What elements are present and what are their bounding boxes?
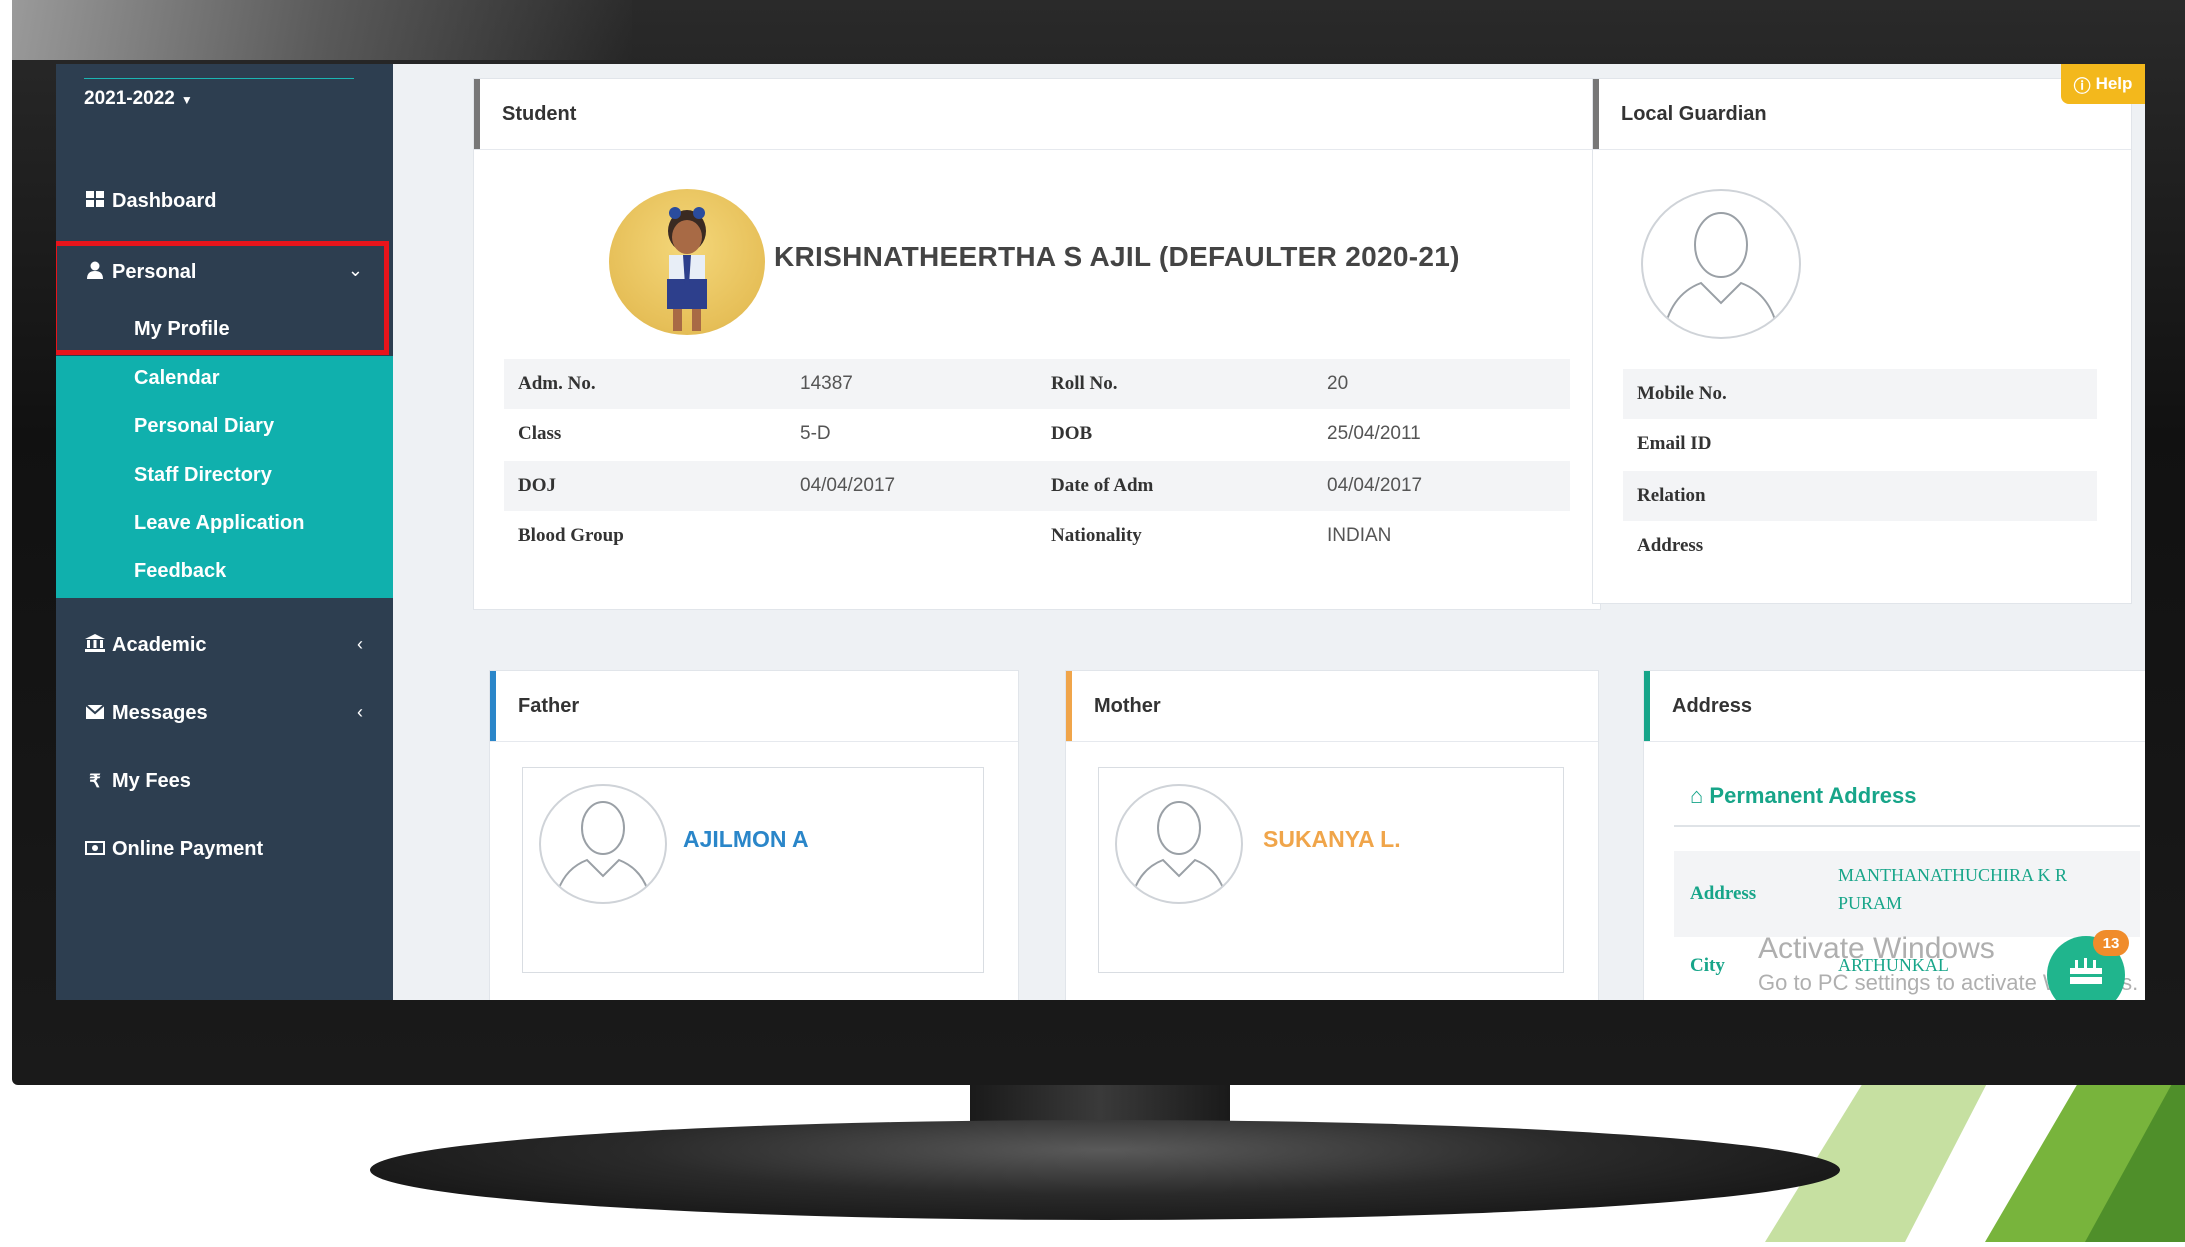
chevron-left-icon: ‹	[357, 702, 363, 722]
permanent-address-title: ⌂ Permanent Address	[1690, 783, 1917, 808]
field-label: Date of Adm	[1051, 475, 1154, 496]
chevron-left-icon: ‹	[357, 634, 363, 654]
field-label: Adm. No.	[518, 373, 596, 394]
student-panel: Student KRISHNATHEERTHA S AJIL (DEFAULTE…	[473, 78, 1601, 610]
monitor-stand-base	[370, 1120, 1840, 1220]
field-value: 04/04/2017	[800, 475, 896, 496]
guardian-avatar	[1641, 189, 1801, 339]
guardian-field-label: Address	[1637, 535, 1704, 556]
submenu-personal-diary[interactable]: Personal Diary	[134, 415, 274, 438]
sidebar-item-messages[interactable]: Messages	[84, 702, 208, 725]
mother-panel: Mother SUKANYA L.	[1065, 670, 1599, 1000]
student-photo	[609, 189, 765, 335]
submenu-feedback[interactable]: Feedback	[134, 560, 226, 583]
field-value: 20	[1327, 373, 1349, 394]
submenu-calendar[interactable]: Calendar	[134, 367, 220, 390]
money-icon	[84, 839, 106, 860]
field-value: 25/04/2011	[1327, 423, 1421, 444]
panel-title: Address	[1672, 695, 1753, 717]
chat-icon	[2066, 954, 2106, 997]
field-value: 04/04/2017	[1327, 475, 1423, 496]
dashboard-icon	[84, 191, 106, 212]
highlight-box	[56, 241, 389, 355]
guardian-field-label: Mobile No.	[1637, 383, 1727, 404]
guardian-field-label: Relation	[1637, 485, 1706, 506]
app-screen: 2021-2022 ▼ Dashboard Personal ⌄ My Profi…	[56, 64, 2145, 1000]
rupee-icon: ₹	[89, 771, 101, 791]
address-value: MANTHANATHUCHIRA K R PURAM	[1838, 865, 2068, 913]
student-name: KRISHNATHEERTHA S AJIL (DEFAULTER 2020-2…	[774, 241, 1460, 272]
address-label: Address	[1690, 883, 1757, 904]
field-label: DOB	[1051, 423, 1093, 444]
field-value: 14387	[800, 373, 853, 394]
mother-name[interactable]: SUKANYA L.	[1263, 826, 1401, 853]
sidebar-item-online-payment[interactable]: Online Payment	[84, 838, 263, 861]
father-avatar	[539, 784, 667, 904]
panel-title: Student	[502, 103, 577, 125]
submenu-leave-application[interactable]: Leave Application	[134, 512, 304, 535]
city-label: City	[1690, 955, 1725, 976]
field-label: Blood Group	[518, 525, 624, 546]
panel-title: Father	[518, 695, 580, 717]
father-card: AJILMON A	[522, 767, 984, 973]
activation-watermark-title: Activate Windows	[1758, 932, 1995, 965]
envelope-icon	[84, 703, 106, 724]
field-label: Class	[518, 423, 562, 444]
father-panel: Father AJILMON A	[489, 670, 1019, 1000]
sidebar-item-academic[interactable]: Academic	[84, 634, 207, 657]
mother-avatar	[1115, 784, 1243, 904]
caret-down-icon: ▼	[180, 93, 193, 107]
info-icon: ⓘ	[2073, 76, 2091, 96]
field-value: 5-D	[800, 423, 831, 444]
sidebar: 2021-2022 ▼ Dashboard Personal ⌄ My Profi…	[56, 64, 393, 1000]
mother-card: SUKANYA L.	[1098, 767, 1564, 973]
panel-title: Local Guardian	[1621, 103, 1767, 125]
institution-icon	[84, 634, 106, 657]
sidebar-item-dashboard[interactable]: Dashboard	[84, 190, 216, 213]
help-button[interactable]: ⓘ Help	[2061, 64, 2145, 104]
field-label: Roll No.	[1051, 373, 1118, 394]
field-label: DOJ	[518, 475, 556, 496]
field-label: Nationality	[1051, 525, 1142, 546]
guardian-panel: Local Guardian Mobile No. Email ID Relat…	[1592, 78, 2132, 604]
submenu-staff-directory[interactable]: Staff Directory	[134, 464, 272, 487]
main-content: Student KRISHNATHEERTHA S AJIL (DEFAULTE…	[393, 64, 2145, 1000]
academic-year-selector[interactable]: 2021-2022 ▼	[84, 88, 193, 110]
sidebar-item-my-fees[interactable]: ₹ My Fees	[84, 770, 191, 793]
guardian-field-label: Email ID	[1637, 433, 1712, 454]
father-name[interactable]: AJILMON A	[683, 826, 809, 853]
home-icon: ⌂	[1690, 783, 1704, 808]
notification-badge: 13	[2093, 930, 2129, 956]
panel-title: Mother	[1094, 695, 1161, 717]
field-value: INDIAN	[1327, 525, 1392, 546]
